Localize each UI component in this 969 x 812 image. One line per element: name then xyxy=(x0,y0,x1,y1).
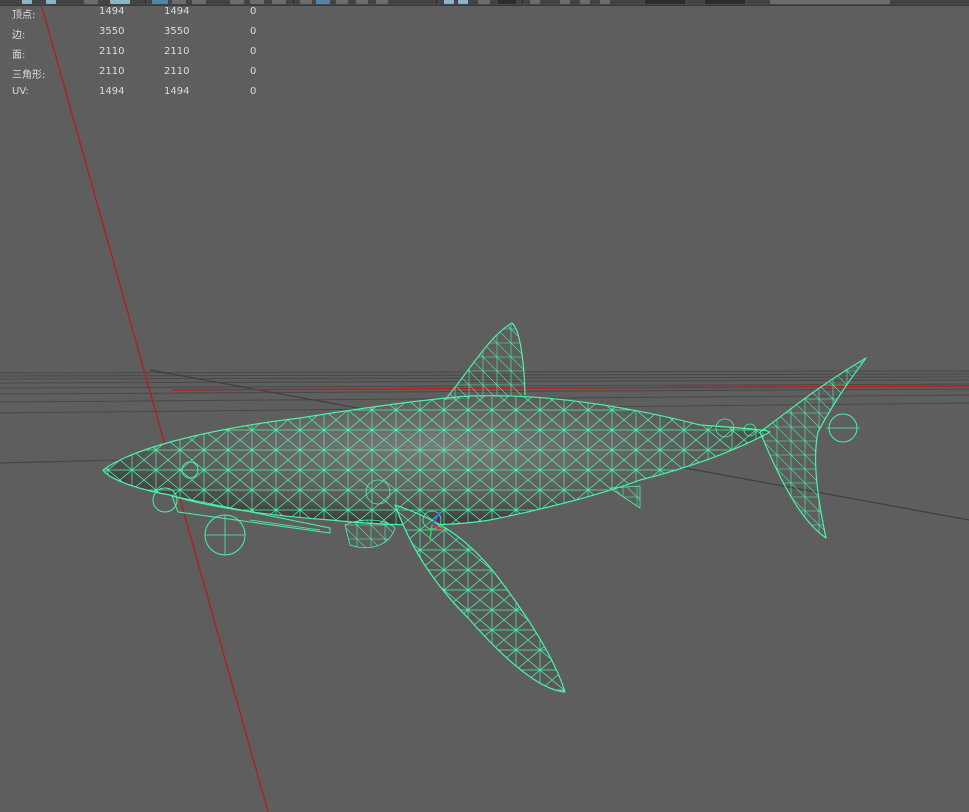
shark-wireframe[interactable] xyxy=(100,320,870,695)
xray-joints-icon[interactable] xyxy=(458,0,468,4)
hud-selected-value: 2110 xyxy=(164,66,190,77)
hud-extra-value: 0 xyxy=(250,6,257,17)
hud-extra-value: 0 xyxy=(250,26,257,37)
grid-toggle-icon[interactable] xyxy=(230,0,244,4)
move-tool-icon[interactable] xyxy=(46,0,56,4)
view-transform-icon[interactable] xyxy=(600,0,610,4)
hud-extra-value: 0 xyxy=(250,86,257,97)
gamma-field[interactable] xyxy=(705,0,745,4)
resolution-gate-icon[interactable] xyxy=(498,0,516,4)
hud-label: UV: xyxy=(12,86,29,97)
hud-selected-value: 2110 xyxy=(164,46,190,57)
shadows-icon[interactable] xyxy=(336,0,348,4)
isolate-icon[interactable] xyxy=(300,0,312,4)
exposure-field[interactable] xyxy=(645,0,685,4)
isolate-select-icon[interactable] xyxy=(444,0,454,4)
3d-viewport[interactable] xyxy=(0,0,969,812)
texture-display-icon[interactable] xyxy=(478,0,490,4)
textured-mode-icon[interactable] xyxy=(192,0,206,4)
ambient-occlusion-icon[interactable] xyxy=(356,0,368,4)
hud-label: 边: xyxy=(12,30,26,41)
gamma-icon[interactable] xyxy=(560,0,570,4)
rotate-tool-icon[interactable] xyxy=(84,0,98,4)
hud-total-value: 2110 xyxy=(99,66,125,77)
color-space-dropdown[interactable] xyxy=(770,0,890,4)
antialias-icon[interactable] xyxy=(376,0,388,4)
select-tool-icon[interactable] xyxy=(22,0,32,4)
color-management-icon[interactable] xyxy=(580,0,590,4)
hud-total-value: 2110 xyxy=(99,46,125,57)
hud-label: 三角形: xyxy=(12,70,46,81)
y-axis-line xyxy=(39,0,269,812)
shaded-mode-icon[interactable] xyxy=(172,0,186,4)
hud-extra-value: 0 xyxy=(250,46,257,57)
hud-label: 顶点: xyxy=(12,10,36,21)
lighting-icon[interactable] xyxy=(316,0,330,4)
hud-selected-value: 1494 xyxy=(164,6,190,17)
hud-total-value: 3550 xyxy=(99,26,125,37)
viewport-scene[interactable] xyxy=(0,0,969,812)
hud-selected-value: 3550 xyxy=(164,26,190,37)
hud-selected-value: 1494 xyxy=(164,86,190,97)
wireframe-mode-icon[interactable] xyxy=(152,0,168,4)
hud-total-value: 1494 xyxy=(99,6,125,17)
hud-extra-value: 0 xyxy=(250,66,257,77)
camera-icon[interactable] xyxy=(250,0,264,4)
snap-icon[interactable] xyxy=(110,0,130,4)
viewport-toolbar xyxy=(0,0,969,6)
exposure-icon[interactable] xyxy=(530,0,540,4)
hud-label: 面: xyxy=(12,50,26,61)
hud-total-value: 1494 xyxy=(99,86,125,97)
xray-icon[interactable] xyxy=(272,0,286,4)
